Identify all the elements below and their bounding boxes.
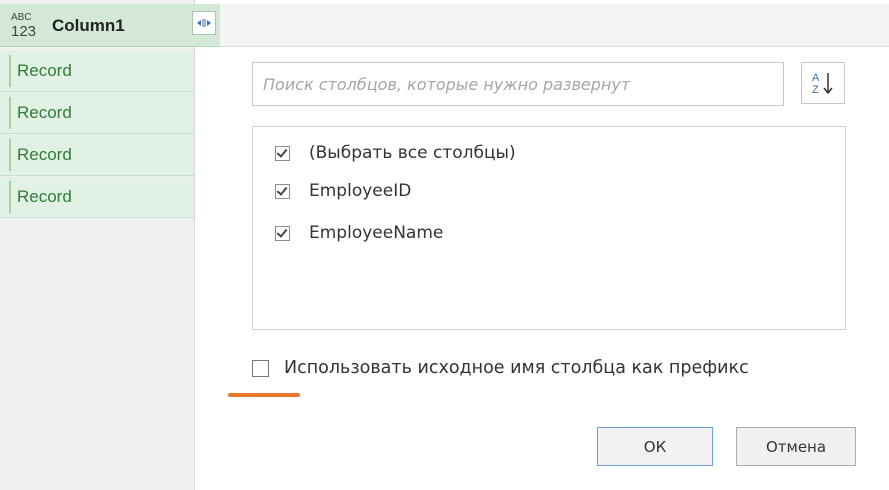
checkbox-checked[interactable]: [275, 225, 290, 241]
record-link[interactable]: Record: [17, 145, 72, 164]
checkbox-checked[interactable]: [275, 145, 290, 161]
list-item-employeename[interactable]: EmployeeName: [275, 220, 443, 246]
list-item-label: (Выбрать все столбцы): [309, 143, 516, 163]
type-abc-label: ABC: [11, 12, 32, 23]
prefix-checkbox[interactable]: [252, 359, 269, 377]
cancel-button[interactable]: Отмена: [736, 427, 856, 466]
column-header[interactable]: ABC 123 Column1: [0, 4, 220, 47]
sort-az-button[interactable]: A Z: [801, 62, 845, 104]
prefix-label: Использовать исходное имя столбца как пр…: [284, 358, 749, 378]
checkbox-checked[interactable]: [275, 183, 290, 199]
ok-button[interactable]: ОК: [597, 427, 713, 466]
list-item-employeeid[interactable]: EmployeeID: [275, 178, 411, 204]
column-search-input[interactable]: [253, 63, 783, 105]
table-row[interactable]: Record: [0, 135, 194, 176]
any-type-icon[interactable]: ABC 123: [10, 11, 38, 41]
list-item-label: EmployeeID: [309, 181, 412, 201]
sort-az-icon: A Z: [812, 72, 833, 96]
use-prefix-option[interactable]: Использовать исходное имя столбца как пр…: [252, 355, 749, 381]
column-search-box[interactable]: [252, 62, 784, 106]
column-list: (Выбрать все столбцы) EmployeeID Employe…: [252, 126, 846, 330]
expand-arrows-icon: [197, 19, 211, 27]
column-title: Column1: [52, 16, 125, 35]
svg-text:A: A: [812, 72, 820, 84]
record-link[interactable]: Record: [17, 61, 72, 80]
svg-text:Z: Z: [812, 84, 819, 96]
record-link[interactable]: Record: [17, 103, 72, 122]
list-item-label: EmployeeName: [309, 223, 444, 243]
list-item-select-all[interactable]: (Выбрать все столбцы): [275, 140, 516, 166]
grid-header-strip: [220, 4, 889, 47]
highlight-underline: [228, 393, 300, 397]
type-123-label: 123: [11, 23, 37, 40]
expand-column-button[interactable]: [192, 11, 216, 35]
table-row[interactable]: Record: [0, 51, 194, 92]
table-row[interactable]: Record: [0, 93, 194, 134]
record-link[interactable]: Record: [17, 187, 72, 206]
table-row[interactable]: Record: [0, 177, 194, 218]
